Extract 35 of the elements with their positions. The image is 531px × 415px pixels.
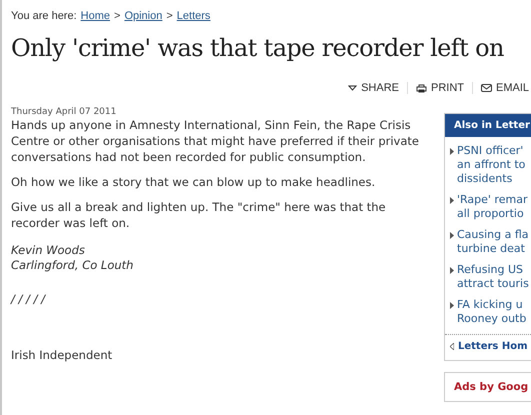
- author-location: Carlingford, Co Louth: [11, 258, 134, 273]
- related-link[interactable]: FA kicking u Rooney outb: [445, 298, 531, 326]
- triangle-right-icon: [450, 148, 454, 155]
- related-link[interactable]: 'Rape' remar all proportio: [445, 193, 531, 221]
- related-link[interactable]: PSNI officer' an affront to dissidents: [445, 144, 531, 186]
- article-source: Irish Independent: [11, 348, 114, 362]
- breadcrumb-link[interactable]: Home: [80, 10, 110, 22]
- share-link[interactable]: SHARE: [340, 82, 407, 94]
- article-paragraph: Oh how we like a story that we can blow up to make headlines.: [11, 174, 376, 190]
- article-paragraph: Hands up anyone in Amnesty International, Sinn Fein, the Rape Crisis Centre or other organisations that might have preferred if their private conversations had not been recorded for public consumption.: [11, 117, 420, 165]
- article-title: Only 'crime' was that tape recorder left on: [11, 34, 505, 62]
- triangle-left-icon: [450, 343, 454, 350]
- envelope-icon: [480, 84, 492, 92]
- email-link[interactable]: EMAIL: [472, 82, 531, 94]
- triangle-right-icon: [450, 232, 454, 239]
- article-date: Thursday April 07 2011: [11, 106, 118, 117]
- triangle-right-icon: [450, 267, 454, 274]
- related-header: Also in Letter: [445, 114, 531, 137]
- related-link[interactable]: Causing a fla turbine deat: [445, 228, 531, 256]
- triangle-right-icon: [450, 302, 454, 309]
- breadcrumb-separator: >: [166, 10, 173, 22]
- print-link[interactable]: PRINT: [406, 82, 472, 94]
- author-name: Kevin Woods: [11, 243, 86, 258]
- triangle-right-icon: [450, 197, 454, 204]
- printer-icon: [416, 84, 427, 92]
- breadcrumb-link[interactable]: Letters: [176, 10, 210, 22]
- breadcrumb-label: You are here:: [11, 10, 77, 22]
- breadcrumb-link[interactable]: Opinion: [124, 10, 162, 22]
- breadcrumb-separator: >: [114, 10, 120, 22]
- caret-down-icon: [348, 85, 358, 91]
- separator-marks: / / / / /: [11, 292, 47, 306]
- article-paragraph: Give us all a break and lighten up. The "crime" here was that the recorder was left on.: [11, 199, 387, 231]
- letters-home-link[interactable]: Letters Hom: [445, 334, 531, 360]
- ads-header: Ads by Goog: [444, 372, 531, 402]
- related-link[interactable]: Refusing US attract touris: [445, 263, 531, 291]
